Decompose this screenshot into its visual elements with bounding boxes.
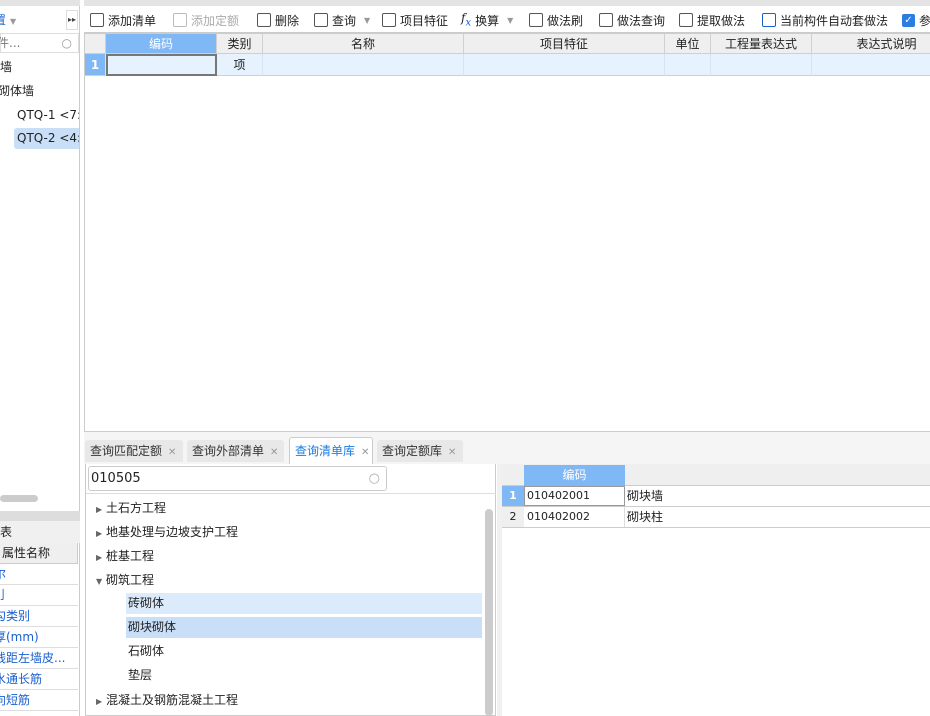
type-cell[interactable]: 项 [217, 54, 263, 76]
unit-cell[interactable] [665, 54, 711, 76]
feature-icon [382, 13, 396, 27]
row-header-corner [85, 34, 106, 54]
prop-row[interactable]: 尔 [0, 564, 78, 585]
prop-row[interactable]: 刂 [0, 585, 78, 606]
component-dropdown[interactable]: 置 ▼ [0, 8, 64, 32]
chevron-down-icon: ▼ [364, 15, 371, 25]
method-query-icon [599, 13, 613, 27]
tree-node[interactable]: ▶ 土石方工程 [96, 497, 166, 519]
col-code[interactable]: 编码 [106, 34, 217, 54]
prop-row[interactable]: 向短筋 [0, 690, 78, 711]
tree-item[interactable]: 砌体墙 [0, 80, 79, 102]
props-header: 属性名称 [0, 543, 78, 564]
expand-button[interactable]: ▸▸ [66, 10, 78, 30]
tab-external-list[interactable]: 查询外部清单 ✕ [187, 440, 284, 462]
tree-item[interactable]: 墙 [0, 56, 79, 78]
add-quota-icon [173, 13, 187, 27]
extract-icon [679, 13, 693, 27]
col-type[interactable]: 类别 [217, 34, 263, 54]
convert-button[interactable]: fx 换算 ▼ [461, 8, 513, 32]
chevron-down-icon: ▼ [10, 17, 17, 26]
query-button[interactable]: 查询 ▼ [314, 8, 370, 32]
trash-icon [257, 13, 271, 27]
tree-node[interactable]: ▶ 地基处理与边坡支护工程 [96, 521, 238, 543]
row-number: 1 [502, 486, 524, 506]
auto-icon [762, 13, 776, 27]
auto-method-button[interactable]: 当前构件自动套做法 [762, 8, 888, 32]
extract-method-button[interactable]: 提取做法 [679, 8, 745, 32]
col-feature[interactable]: 项目特征 [464, 34, 665, 54]
search-icon: ○ [61, 36, 72, 50]
vertical-scrollbar[interactable] [485, 509, 493, 716]
col-name[interactable]: 名称 [263, 34, 464, 54]
prop-row[interactable]: 厚(mm) [0, 627, 78, 648]
expr-cell[interactable] [711, 54, 812, 76]
name-cell[interactable]: 砌块墙 [627, 486, 927, 506]
tree-node[interactable]: ▼ 砌筑工程 [96, 569, 154, 591]
caret-right-icon: ▶ [96, 529, 103, 538]
query-icon [314, 13, 328, 27]
delete-button[interactable]: 删除 [257, 8, 299, 32]
add-list-button[interactable]: 添加清单 [90, 8, 156, 32]
col-unit[interactable]: 单位 [665, 34, 711, 54]
tree-item-selected[interactable]: QTQ-2 <4: [14, 128, 79, 149]
desc-cell[interactable] [812, 54, 930, 76]
add-list-icon [90, 13, 104, 27]
tree-leaf-selected[interactable]: 砌块砌体 [126, 617, 482, 638]
chevron-down-icon: ▼ [507, 15, 514, 25]
close-icon[interactable]: ✕ [361, 447, 369, 458]
code-cell[interactable]: 010402001 [524, 486, 625, 506]
tree-item[interactable]: QTQ-1 <7: [16, 104, 79, 126]
result-row[interactable]: 2 010402002 砌块柱 [502, 507, 930, 528]
caret-right-icon: ▶ [96, 697, 103, 706]
feature-cell[interactable] [464, 54, 665, 76]
horizontal-scrollbar[interactable] [0, 495, 38, 502]
name-cell[interactable]: 砌块柱 [627, 507, 927, 527]
tree-node[interactable]: ▶ 混凝土及钢筋混凝土工程 [96, 689, 238, 711]
row-number: 2 [502, 507, 524, 527]
result-col-code[interactable]: 编码 [524, 465, 625, 486]
prop-row[interactable]: 勾类别 [0, 606, 78, 627]
search-icon[interactable]: ○ [369, 467, 380, 490]
name-cell[interactable] [263, 54, 464, 76]
props-title: 表 [0, 521, 80, 543]
brush-icon [529, 13, 543, 27]
left-panel: 置 ▼ ▸▸ 件... ○ 墙 砌体墙 QTQ-1 <7: QTQ-2 <4: 表… [0, 0, 80, 716]
close-icon[interactable]: ✕ [270, 447, 278, 458]
tab-quota-library[interactable]: 查询定额库 ✕ [377, 440, 463, 462]
prop-row[interactable]: 水通长筋 [0, 669, 78, 690]
method-query-button[interactable]: 做法查询 [599, 8, 665, 32]
tab-match-quota[interactable]: 查询匹配定额 ✕ [85, 440, 183, 462]
method-brush-button[interactable]: 做法刷 [529, 8, 583, 32]
item-feature-button[interactable]: 项目特征 [382, 8, 448, 32]
close-icon[interactable]: ✕ [448, 447, 456, 458]
close-icon[interactable]: ✕ [168, 447, 176, 458]
reference-checkbox[interactable]: ✓ 参 [902, 8, 930, 32]
col-expr[interactable]: 工程量表达式 [711, 34, 812, 54]
tab-list-library[interactable]: 查询清单库 ✕ [289, 437, 373, 464]
caret-right-icon: ▶ [96, 553, 103, 562]
code-cell[interactable]: 010402002 [524, 507, 625, 527]
caret-right-icon: ▶ [96, 505, 103, 514]
tree-leaf[interactable]: 垫层 [126, 665, 482, 686]
fx-icon: fx [461, 11, 472, 29]
tree-node[interactable]: ▶ 桩基工程 [96, 545, 154, 567]
col-desc[interactable]: 表达式说明 [812, 34, 930, 54]
result-row[interactable]: 1 010402001 砌块墙 [502, 486, 930, 507]
row-number[interactable]: 1 [85, 54, 106, 76]
code-cell[interactable] [106, 54, 217, 76]
tree-leaf[interactable]: 石砌体 [126, 641, 482, 662]
add-quota-button[interactable]: 添加定额 [173, 8, 239, 32]
component-search-input[interactable]: 件... ○ [0, 33, 79, 53]
checkbox-checked-icon: ✓ [902, 13, 915, 27]
prop-row[interactable]: 线距左墙皮... [0, 648, 78, 669]
tree-leaf[interactable]: 砖砌体 [126, 593, 482, 614]
library-search-input[interactable]: 010505 ○ [88, 466, 387, 491]
caret-down-icon: ▼ [96, 577, 103, 586]
